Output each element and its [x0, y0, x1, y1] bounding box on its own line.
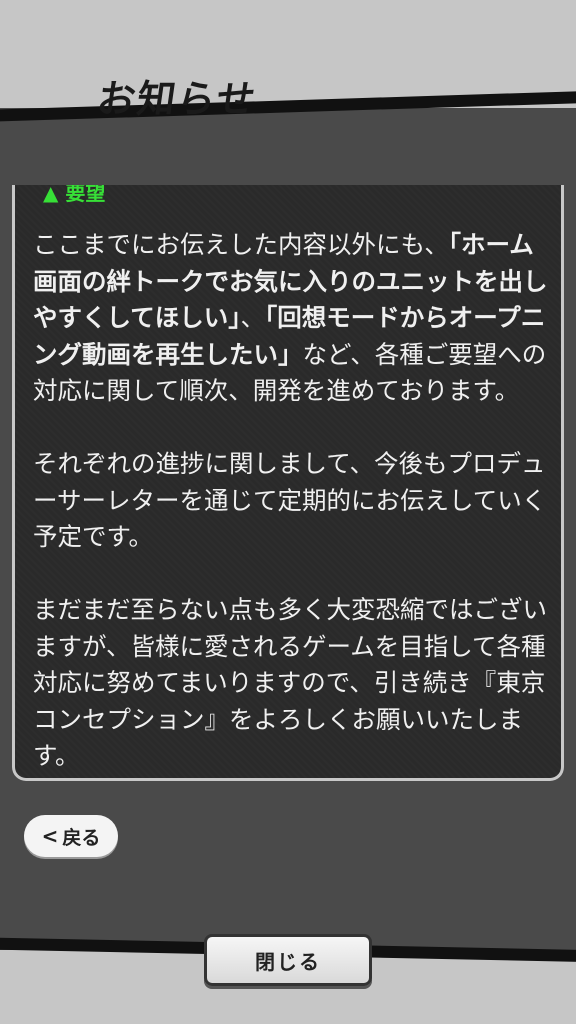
back-button[interactable]: < 戻る	[24, 815, 118, 857]
para1-text-a: ここまでにお伝えした内容以外にも、	[33, 230, 449, 259]
back-button-label: 戻る	[62, 826, 101, 849]
paragraph-2: それぞれの進捗に関しまして、今後もプロデューサーレターを通じて定期的にお伝えして…	[33, 449, 547, 551]
chevron-left-icon: <	[41, 824, 59, 848]
close-button[interactable]: 閉じる	[204, 934, 372, 986]
notice-body: ここまでにお伝えした内容以外にも、「ホーム画面の絆トークでお気に入りのユニットを…	[33, 227, 555, 778]
para1-text-c: 、	[240, 303, 266, 332]
paragraph-3: まだまだ至らない点も多く大変恐縮ではございますが、皆様に愛されるゲームを目指して…	[33, 595, 548, 770]
notice-content-box[interactable]: ▲ 要望 ここまでにお伝えした内容以外にも、「ホーム画面の絆トークでお気に入りの…	[12, 185, 564, 781]
close-button-label: 閉じる	[255, 949, 321, 974]
paragraph-1: ここまでにお伝えした内容以外にも、「ホーム画面の絆トークでお気に入りのユニットを…	[33, 227, 555, 410]
page-title: お知らせ	[94, 77, 260, 121]
section-heading-partial: ▲ 要望	[43, 185, 106, 205]
